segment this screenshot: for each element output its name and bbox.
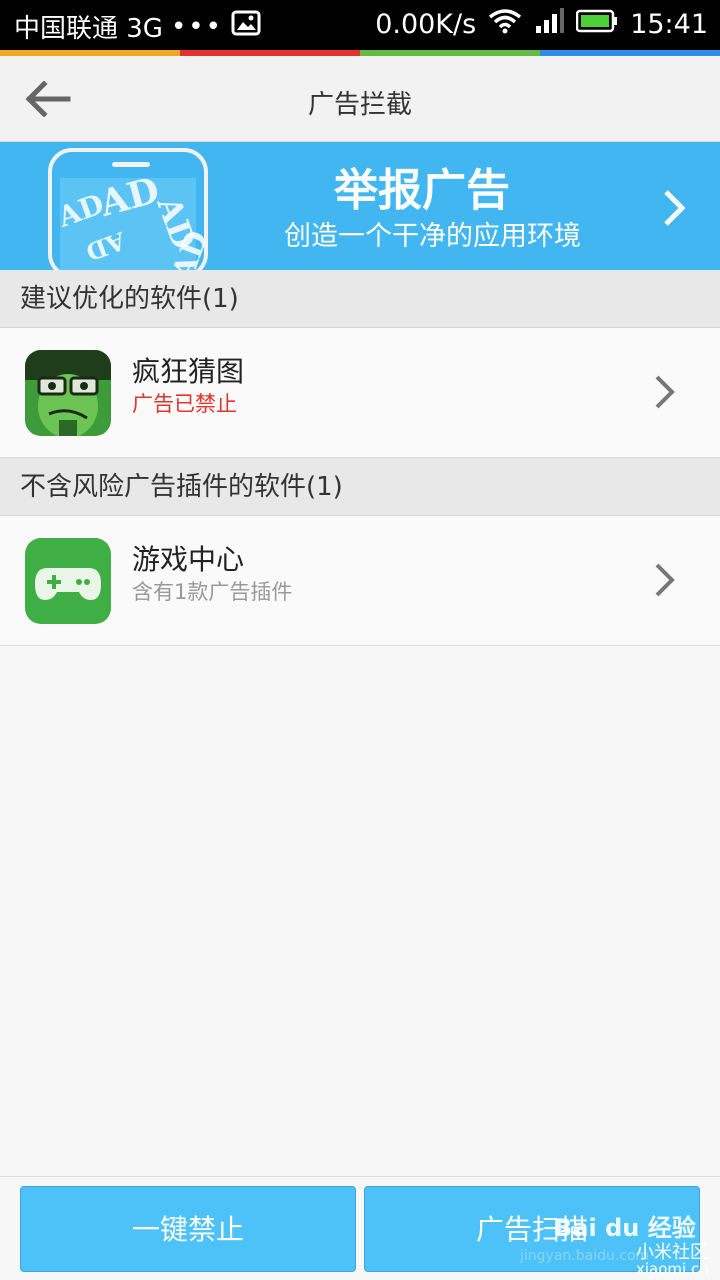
app-status: 含有1款广告插件 [132,580,293,604]
app-status: 广告已禁止 [132,392,237,416]
notification-dots: ••• [170,11,223,42]
chevron-right-icon [654,562,676,602]
chevron-right-icon [662,188,686,232]
status-left: 中国联通 3G ••• [14,8,261,45]
app-row-game-center[interactable]: 游戏中心 含有1款广告插件 [0,516,720,646]
report-ad-banner[interactable]: AD AD AD AD AD 举报广告 创造一个干净的应用环境 [0,142,720,270]
watermark-url: jingyan.baidu.com [520,1248,650,1264]
app-row-crazy-guess[interactable]: 疯狂猜图 广告已禁止 [0,328,720,458]
image-icon [231,10,261,43]
app-name: 疯狂猜图 [132,355,245,388]
crazy-guess-app-icon [25,350,111,436]
watermark: Bai du 经验 jingyan.baidu.com 小米社区 xiaomi.… [520,1200,720,1280]
battery-icon [575,9,618,40]
title-bar: 广告拦截 [0,56,720,142]
page-title: 广告拦截 [307,90,412,120]
watermark-community-url: xiaomi.cn [636,1260,709,1278]
banner-subtitle: 创造一个干净的应用环境 [284,221,581,252]
status-bar: 中国联通 3G ••• 0.00K/s 15:41 [0,0,720,50]
chevron-right-icon [654,374,676,414]
wifi-icon [488,8,522,41]
clock: 15:41 [630,9,708,40]
status-right: 0.00K/s 15:41 [375,8,708,41]
section-header-no-risk: 不含风险广告插件的软件(1) [0,458,720,516]
signal-icon [534,8,565,41]
phone-speaker [112,162,150,167]
block-all-button[interactable]: 一键禁止 [20,1186,356,1272]
section-header-optimize: 建议优化的软件(1) [0,270,720,328]
banner-title: 举报广告 [334,165,510,216]
game-center-app-icon [25,538,111,624]
app-name: 游戏中心 [132,543,245,576]
net-speed: 0.00K/s [375,9,477,40]
carrier-label: 中国联通 3G [14,14,163,44]
